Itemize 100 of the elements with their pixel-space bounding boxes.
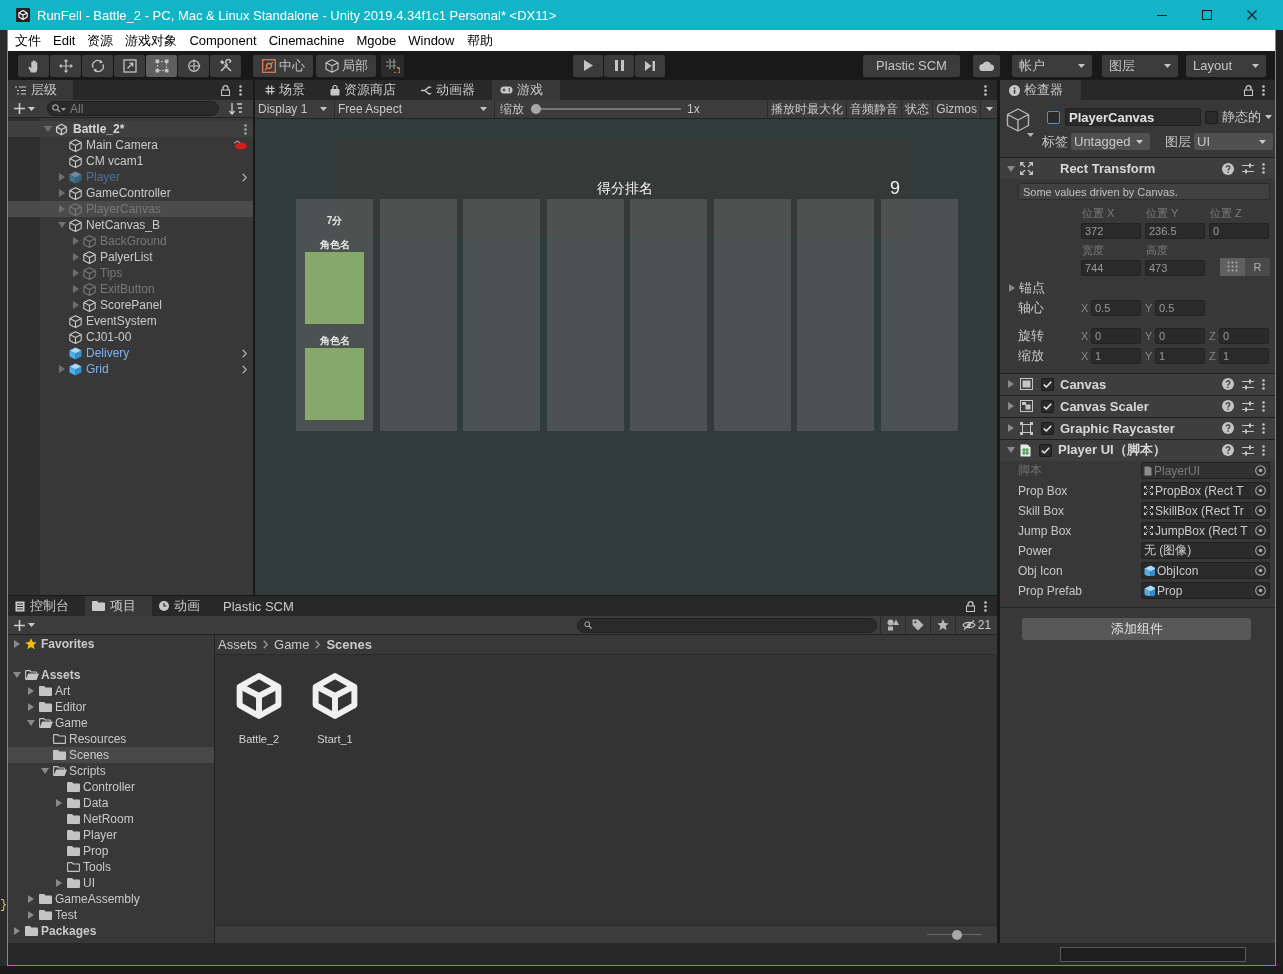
caret-right-icon[interactable] [1008,424,1014,433]
menu-item[interactable]: 帮助 [460,31,499,50]
more-options-icon[interactable] [1262,378,1265,390]
menu-item[interactable]: Window [402,33,461,48]
help-icon[interactable] [1222,422,1234,435]
more-options-icon[interactable] [984,84,987,96]
menu-item[interactable]: Component [183,33,263,48]
caret-right-icon[interactable] [14,927,20,935]
toolbar-toggle[interactable]: 音频静音 [846,100,902,118]
cloud-button[interactable] [973,54,1000,77]
caret-right-icon[interactable] [1009,283,1015,292]
number-field[interactable]: 1 [1091,347,1141,364]
folder-item[interactable]: Test [8,907,214,923]
folder-item[interactable]: Player [8,827,214,843]
more-options-icon[interactable] [984,600,987,612]
asset-item[interactable]: Start_1 [297,671,373,745]
hierarchy-item[interactable]: CJ01-00 [8,329,253,345]
folder-item[interactable]: GameAssembly [8,891,214,907]
folder-item[interactable]: UI [8,875,214,891]
rotate-tool-button[interactable] [82,54,113,77]
toolbar-toggle[interactable]: 播放时最大化 [767,100,847,118]
view-tab[interactable]: 场景 [257,80,322,100]
view-tab[interactable]: 资源商店 [322,80,413,100]
lock-icon[interactable] [1244,84,1253,96]
number-field[interactable]: 473 [1145,259,1205,276]
menu-item[interactable]: Mgobe [350,33,403,48]
enable-checkbox[interactable] [1039,443,1052,457]
toolbar-toggle[interactable]: Gizmos [932,100,980,118]
target-icon[interactable] [1255,485,1266,497]
create-button[interactable] [14,100,35,117]
lock-icon[interactable] [966,600,975,612]
number-field[interactable]: 0 [1209,223,1269,240]
number-field[interactable]: 1 [1219,347,1269,364]
search-field[interactable] [577,617,877,633]
pause-button[interactable] [604,54,634,77]
plastic-scm-button[interactable]: Plastic SCM [863,54,960,77]
hand-tool-button[interactable] [18,54,49,77]
layers-dropdown[interactable]: 图层 [1102,54,1178,77]
number-field[interactable]: 372 [1081,223,1141,240]
tag-dropdown[interactable]: Untagged [1071,133,1150,150]
snap-button[interactable] [381,54,404,77]
hierarchy-item[interactable]: Delivery [8,345,253,361]
pivot-mode-button[interactable]: 中心 [253,54,313,77]
help-icon[interactable] [1222,444,1234,457]
folder-item[interactable]: Resources [8,731,214,747]
view-tab[interactable]: 动画器 [413,80,492,100]
static-dropdown[interactable]: 静态的 [1222,108,1272,126]
caret-right-icon[interactable] [28,687,34,695]
rect-tool-button[interactable] [146,54,177,77]
aspect-dropdown[interactable]: Free Aspect [335,100,495,118]
folder-item[interactable]: Prop [8,843,214,859]
target-icon[interactable] [1255,585,1266,597]
anchors-foldout[interactable]: 锚点 [1000,280,1275,295]
search-field[interactable]: All [47,101,219,116]
number-field[interactable]: 0 [1091,327,1141,344]
account-dropdown[interactable]: 帐户 [1012,54,1092,77]
component-header[interactable]: Player UI（脚本） [1000,438,1275,461]
sort-icon[interactable] [229,102,242,115]
menu-item[interactable]: 资源 [81,31,120,50]
caret-right-icon[interactable] [1008,380,1014,389]
panel-tab[interactable]: 项目 [85,596,152,616]
menu-item[interactable]: Edit [47,33,82,48]
hidden-packages-button[interactable]: 21 [955,616,997,634]
hierarchy-item[interactable]: Grid [8,361,253,377]
number-field[interactable]: 744 [1081,259,1141,276]
hierarchy-item[interactable]: PalyerList [8,249,253,265]
name-field[interactable]: PlayerCanvas [1065,108,1201,126]
view-tab[interactable]: 游戏 [492,80,560,100]
more-options-icon[interactable] [1262,84,1265,96]
hierarchy-item[interactable]: ScorePanel [8,297,253,313]
number-field[interactable]: 0 [1219,327,1269,344]
active-checkbox[interactable] [1047,110,1060,124]
help-icon[interactable] [1222,400,1234,413]
menu-item[interactable]: Cinemachine [262,33,351,48]
sliders-icon[interactable] [1242,163,1254,174]
folder-item[interactable]: Editor [8,699,214,715]
static-checkbox[interactable] [1205,110,1218,124]
caret-right-icon[interactable] [56,799,62,807]
inspector-tab[interactable]: 检查器 [1000,80,1081,100]
pivot-rotation-button[interactable]: 局部 [316,54,376,77]
object-field[interactable]: Prop [1141,582,1270,600]
cube-icon[interactable] [1006,108,1036,138]
folder-item[interactable]: Tools [8,859,214,875]
caret-down-icon[interactable] [13,672,21,678]
menu-item[interactable]: 文件 [9,31,47,50]
folder-item[interactable]: Controller [8,779,214,795]
move-tool-button[interactable] [50,54,81,77]
caret-right-icon[interactable] [28,703,34,711]
lock-icon[interactable] [221,84,230,96]
folder-item[interactable]: Packages [8,923,214,939]
custom-tool-button[interactable] [210,54,241,77]
target-icon[interactable] [1255,545,1266,557]
target-icon[interactable] [1255,525,1266,537]
number-field[interactable]: 0.5 [1155,299,1205,316]
caret-right-icon[interactable] [14,640,20,648]
object-field[interactable]: ObjIcon [1141,562,1270,580]
caret-right-icon[interactable] [1008,402,1014,411]
enable-checkbox[interactable] [1041,399,1054,413]
folder-item[interactable]: Data [8,795,214,811]
help-icon[interactable] [1222,378,1234,391]
